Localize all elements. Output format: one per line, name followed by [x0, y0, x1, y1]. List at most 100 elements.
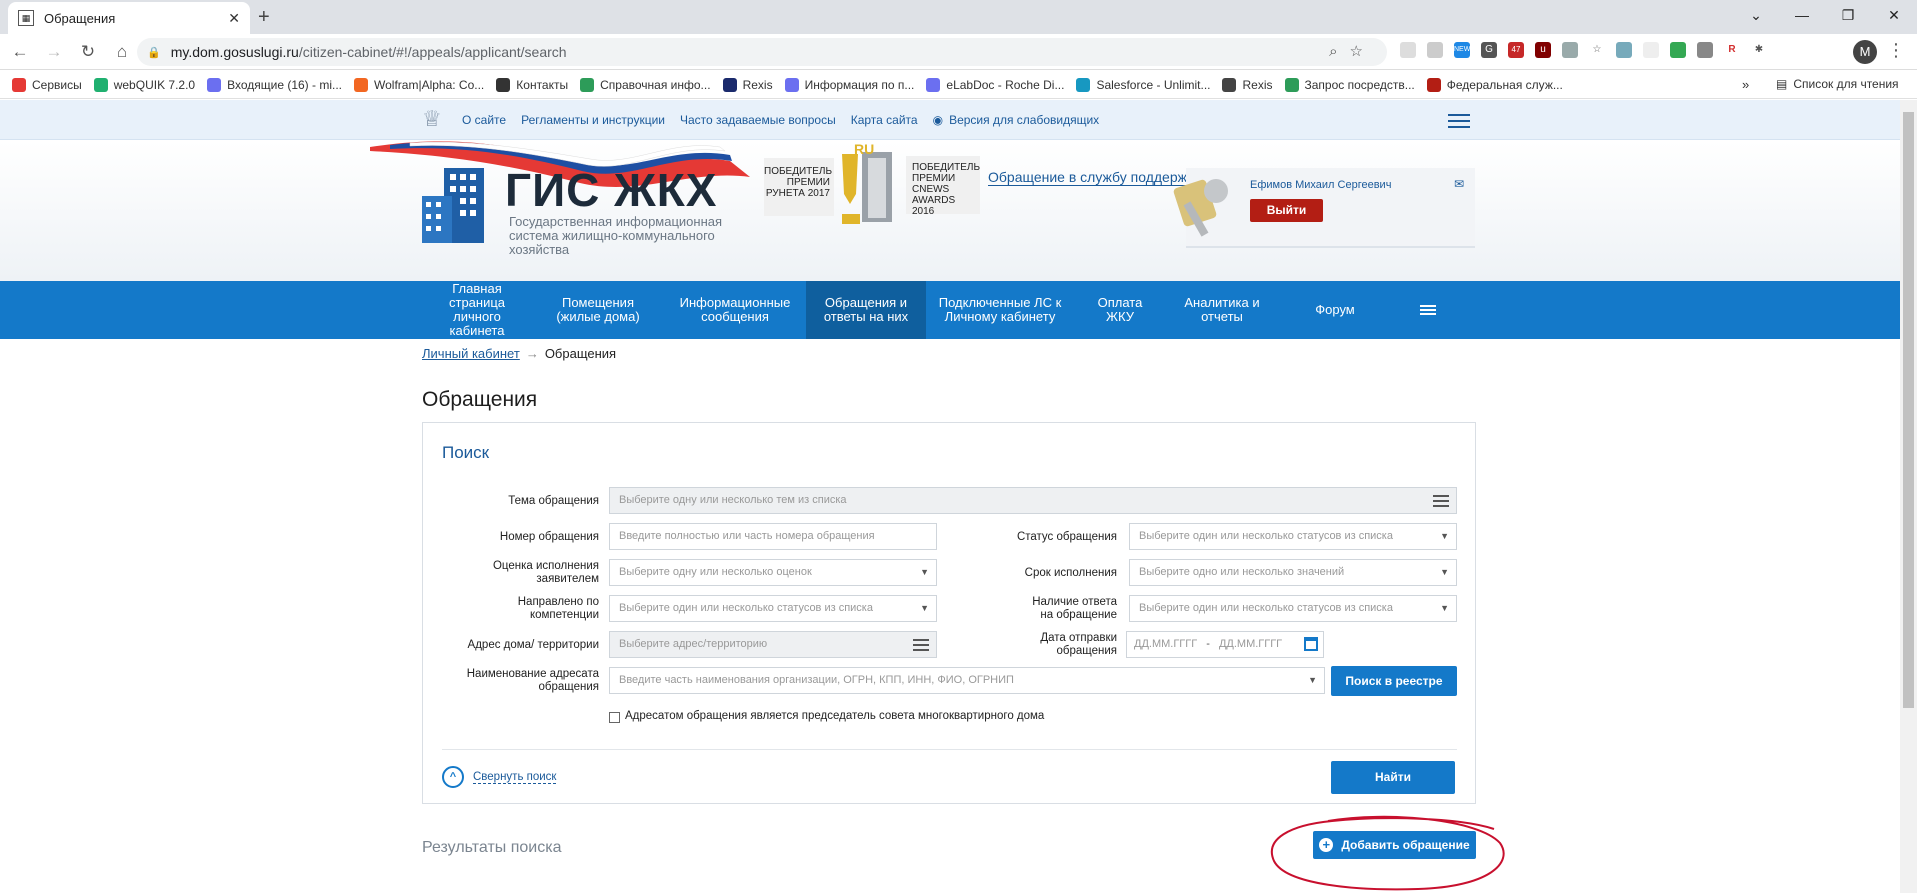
rating-select[interactable]: Выберите одну или несколько оценок ▼	[609, 559, 937, 586]
profile-avatar[interactable]: M	[1853, 40, 1877, 64]
bookmarks-more-icon[interactable]: »	[1742, 77, 1749, 92]
chevron-down-icon[interactable]: ▼	[1440, 596, 1449, 621]
date-to-input[interactable]: ДД.ММ.ГГГГ	[1219, 638, 1282, 650]
deadline-select[interactable]: Выберите одно или несколько значений ▼	[1129, 559, 1457, 586]
logo-title[interactable]: ГИС ЖКХ	[505, 163, 717, 217]
nav-item-main[interactable]: Главная страница личного кабинета	[422, 281, 532, 339]
ublock-icon[interactable]: u	[1535, 42, 1551, 58]
restore-icon[interactable]: ❐	[1825, 0, 1871, 34]
nav-item-accounts[interactable]: Подключенные ЛС к Личному кабинету	[926, 281, 1074, 339]
reload-icon[interactable]: ↻	[74, 42, 102, 62]
back-icon[interactable]: ←	[6, 42, 34, 62]
scrollbar-thumb[interactable]	[1903, 112, 1914, 708]
list-icon[interactable]	[913, 639, 929, 654]
number-input[interactable]: Введите полностью или часть номера обращ…	[609, 523, 937, 550]
bookmark-item[interactable]: Информация по п...	[784, 77, 914, 92]
top-link[interactable]: Карта сайта	[851, 113, 918, 127]
logout-button[interactable]: Выйти	[1250, 199, 1323, 222]
chevron-down-icon[interactable]: ▼	[920, 560, 929, 585]
address-label: Адрес дома/ территории	[467, 639, 599, 651]
bookmark-item[interactable]: Контакты	[496, 77, 568, 92]
chairman-checkbox[interactable]	[609, 712, 620, 723]
nav-item-payment[interactable]: Оплата ЖКУ	[1074, 281, 1166, 339]
send-date-range[interactable]: ДД.ММ.ГГГГ - ДД.ММ.ГГГГ	[1126, 631, 1324, 658]
subject-select[interactable]: Выберите одну или несколько тем из списк…	[609, 487, 1457, 514]
competence-select[interactable]: Выберите один или несколько статусов из …	[609, 595, 937, 622]
bookmark-star-icon[interactable]: ☆	[1350, 43, 1375, 60]
window-close-icon[interactable]: ✕	[1871, 0, 1917, 34]
nav-item-messages[interactable]: Информационные сообщения	[664, 281, 806, 339]
collapse-chevron-up-icon[interactable]: ^	[442, 766, 464, 788]
address-select[interactable]: Выберите адрес/территорию	[609, 631, 937, 658]
address-bar: ← → ↻ ⌂ 🔒 my.dom.gosuslugi.ru/citizen-ca…	[0, 34, 1917, 70]
top-link[interactable]: Часто задаваемые вопросы	[680, 113, 836, 127]
bookmark-item[interactable]: Входящие (16) - mi...	[207, 77, 342, 92]
home-icon[interactable]: ⌂	[108, 42, 136, 62]
bookmark-item[interactable]: Справочная инфо...	[580, 77, 711, 92]
nav-item-appeals[interactable]: Обращения и ответы на них	[806, 281, 926, 339]
chairman-checkbox-label[interactable]: Адресатом обращения является председател…	[625, 710, 1044, 722]
drive-icon[interactable]	[1670, 42, 1686, 58]
bookmark-item[interactable]: Сервисы	[12, 77, 82, 92]
browser-menu-icon[interactable]: ⋮	[1887, 40, 1905, 61]
browser-tab[interactable]: ▦ Обращения ✕	[8, 2, 250, 34]
bookmark-item[interactable]: Rexis	[1222, 77, 1273, 92]
chevron-down-icon[interactable]: ▼	[1440, 560, 1449, 585]
extension-icon[interactable]	[1400, 42, 1416, 58]
extension-badge-icon[interactable]: 47	[1508, 42, 1524, 58]
calendar-icon[interactable]	[1304, 637, 1318, 651]
zoom-icon[interactable]: ⌕	[1329, 43, 1349, 60]
accessibility-link[interactable]: Версия для слабовидящих	[949, 113, 1099, 127]
registry-search-button[interactable]: Поиск в реестре	[1331, 666, 1457, 696]
answer-select[interactable]: Выберите один или несколько статусов из …	[1129, 595, 1457, 622]
nav-more-icon[interactable]	[1392, 281, 1464, 339]
page-scrollbar[interactable]	[1900, 100, 1917, 893]
nav-item-analytics[interactable]: Аналитика и отчеты	[1166, 281, 1278, 339]
page: ♕ О сайте Регламенты и инструкции Часто …	[0, 100, 1900, 893]
collapse-search-link[interactable]: Свернуть поиск	[473, 771, 557, 784]
find-button[interactable]: Найти	[1331, 761, 1455, 794]
tab-search-icon[interactable]: ⌄	[1733, 0, 1779, 34]
nav-item-premises[interactable]: Помещения (жилые дома)	[532, 281, 664, 339]
bookmark-item[interactable]: Rexis	[722, 77, 773, 92]
chevron-down-icon[interactable]: ▼	[920, 596, 929, 621]
addressee-select[interactable]: Введите часть наименования организации, …	[609, 667, 1325, 694]
top-link[interactable]: О сайте	[462, 113, 506, 127]
minimize-icon[interactable]: —	[1779, 0, 1825, 34]
breadcrumb-link[interactable]: Личный кабинет	[422, 346, 520, 361]
cast-icon[interactable]	[1697, 42, 1713, 58]
extension-icon[interactable]	[1616, 42, 1632, 58]
bookmark-favicon-icon	[1222, 77, 1237, 92]
mail-icon[interactable]: ✉	[1454, 177, 1464, 191]
bookmark-item[interactable]: Salesforce - Unlimit...	[1076, 77, 1210, 92]
reading-list[interactable]: ▤ Список для чтения	[1776, 77, 1899, 91]
top-link[interactable]: Регламенты и инструкции	[521, 113, 665, 127]
extension-new-icon[interactable]: NEW	[1454, 42, 1470, 58]
chevron-down-icon[interactable]: ▼	[1440, 524, 1449, 549]
extension-r-icon[interactable]: R	[1724, 42, 1740, 58]
bookmark-item[interactable]: eLabDoc - Roche Di...	[926, 77, 1064, 92]
list-icon[interactable]	[1433, 495, 1449, 510]
new-tab-icon[interactable]: +	[258, 6, 270, 29]
extension-g-icon[interactable]: G	[1481, 42, 1497, 58]
url-input[interactable]: 🔒 my.dom.gosuslugi.ru/citizen-cabinet/#!…	[137, 38, 1387, 66]
logo-building-icon	[422, 168, 484, 243]
star-icon[interactable]: ☆	[1589, 42, 1605, 58]
bookmark-item[interactable]: Wolfram|Alpha: Co...	[354, 77, 484, 92]
bookmark-item[interactable]: webQUIK 7.2.0	[93, 77, 195, 92]
extension-icon[interactable]	[1562, 42, 1578, 58]
status-select[interactable]: Выберите один или несколько статусов из …	[1129, 523, 1457, 550]
nav-item-forum[interactable]: Форум	[1278, 281, 1392, 339]
bookmark-item[interactable]: Запрос посредств...	[1284, 77, 1415, 92]
forward-icon[interactable]: →	[40, 42, 68, 62]
user-name[interactable]: Ефимов Михаил Сергеевич	[1250, 179, 1391, 191]
extension-icon[interactable]	[1427, 42, 1443, 58]
extension-icon[interactable]	[1643, 42, 1659, 58]
chevron-down-icon[interactable]: ▼	[1308, 668, 1317, 693]
bookmark-item[interactable]: Федеральная служ...	[1426, 77, 1563, 92]
support-link[interactable]: Обращение в службу поддержки	[988, 169, 1201, 186]
date-from-input[interactable]: ДД.ММ.ГГГГ	[1134, 638, 1197, 650]
puzzle-icon[interactable]: ✱	[1751, 42, 1767, 58]
tab-close-icon[interactable]: ✕	[228, 10, 240, 27]
menu-icon[interactable]	[1448, 114, 1470, 132]
